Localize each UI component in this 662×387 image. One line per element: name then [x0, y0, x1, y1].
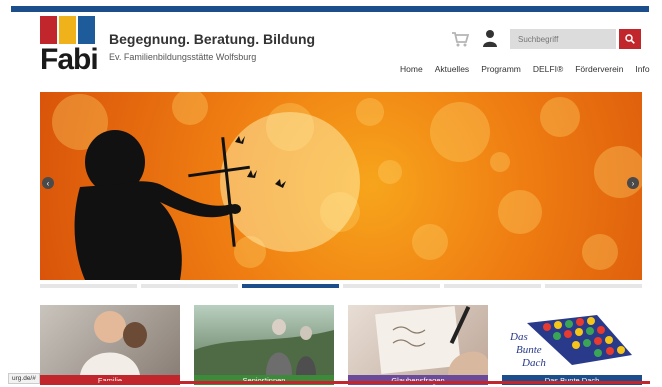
hero-slider-image[interactable]	[40, 92, 642, 280]
main-navigation: Home Aktuelles Programm DELFI® Förderver…	[400, 64, 650, 74]
fabi-logo[interactable]: Fabi	[40, 16, 102, 78]
chevron-right-icon: ›	[631, 178, 635, 188]
card-senior-innen[interactable]: Senior*innen	[194, 305, 334, 385]
logo-tile-red	[40, 16, 57, 44]
nav-item-programm[interactable]: Programm	[481, 64, 521, 74]
bunte-dach-logo-text: Das	[509, 331, 528, 343]
cart-icon[interactable]	[451, 31, 470, 47]
bottom-accent-line	[100, 381, 650, 384]
slider-dot[interactable]	[141, 284, 238, 288]
slider-dot[interactable]	[343, 284, 440, 288]
slider-pagination	[40, 284, 642, 288]
chevron-left-icon: ‹	[46, 178, 50, 188]
slider-dot-active[interactable]	[242, 284, 339, 288]
top-accent-bar	[11, 6, 649, 12]
nav-item-foerderverein[interactable]: Förderverein	[575, 64, 623, 74]
logo-text: Fabi	[40, 43, 99, 76]
logo-tile-yellow	[59, 16, 76, 44]
logo-tile-blue	[78, 16, 95, 44]
slider-dot[interactable]	[545, 284, 642, 288]
card-das-bunte-dach-image: Das Bunte Dach	[502, 305, 642, 375]
user-icon[interactable]	[482, 29, 498, 47]
card-glaubensfragen-image	[348, 305, 488, 375]
search-button[interactable]	[619, 29, 641, 49]
card-familie[interactable]: Familie	[40, 305, 180, 385]
slider-prev-button[interactable]: ‹	[42, 177, 54, 189]
slider-dot[interactable]	[40, 284, 137, 288]
bunte-dach-logo-text: Dach	[521, 357, 546, 369]
logo-tiles	[40, 16, 102, 44]
card-familie-image	[40, 305, 180, 375]
card-das-bunte-dach[interactable]: Das Bunte Dach Das Bunte Dach	[502, 305, 642, 385]
card-glaubensfragen[interactable]: Glaubensfragen	[348, 305, 488, 385]
bunte-dach-logo-text: Bunte	[516, 344, 542, 356]
site-slogan: Begegnung. Beratung. Bildung	[109, 31, 316, 47]
slider-next-button[interactable]: ›	[627, 177, 639, 189]
nav-item-delfi[interactable]: DELFI®	[533, 64, 563, 74]
hero-illustration	[52, 92, 642, 280]
status-bar-url: urg.de/#	[8, 373, 40, 384]
slider-dot[interactable]	[444, 284, 541, 288]
nav-item-home[interactable]: Home	[400, 64, 423, 74]
nav-item-info[interactable]: Info	[635, 64, 649, 74]
nav-item-aktuelles[interactable]: Aktuelles	[435, 64, 470, 74]
site-subtitle: Ev. Familienbildungsstätte Wolfsburg	[109, 52, 257, 62]
search-input[interactable]	[510, 29, 616, 49]
search-icon	[625, 34, 635, 44]
card-senior-innen-image	[194, 305, 334, 375]
